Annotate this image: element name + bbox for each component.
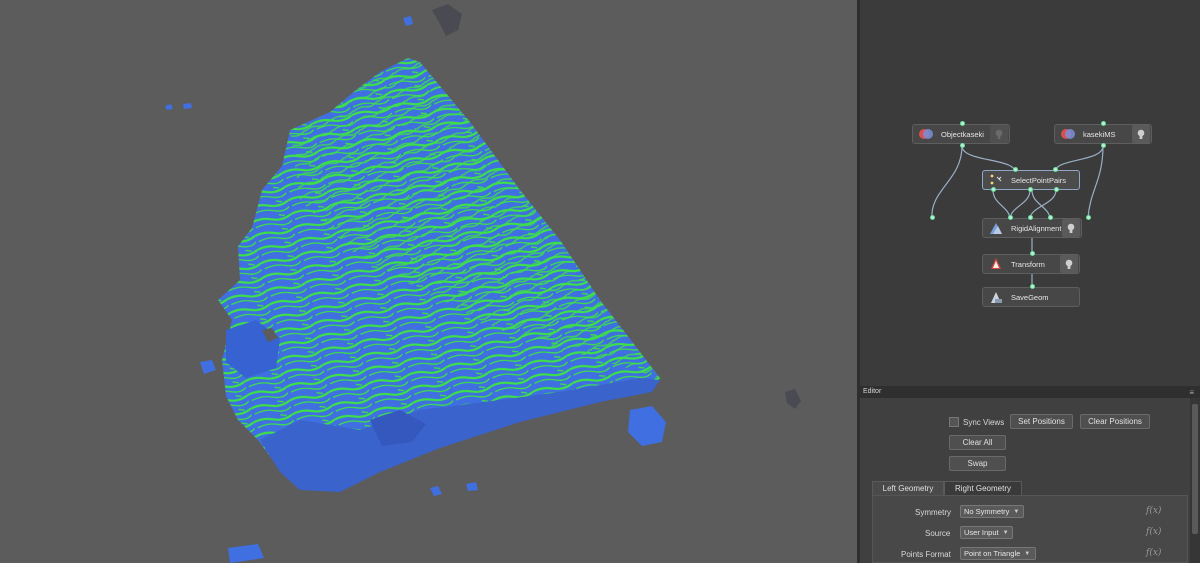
geometry-node-icon (1061, 127, 1075, 141)
node-port[interactable] (1028, 215, 1033, 220)
chevron-down-icon: ▼ (1024, 550, 1031, 557)
editor-body: Sync Views Set Positions Clear Positions… (860, 398, 1190, 563)
sync-views-label: Sync Views (963, 418, 1005, 427)
point-pairs-icon (989, 173, 1003, 187)
node-label: Objectkaseki (941, 129, 984, 139)
node-transform[interactable]: Transform (982, 254, 1080, 274)
mesh-fragment (430, 486, 442, 496)
node-label: Transform (1011, 259, 1045, 269)
lightbulb-icon[interactable] (1132, 125, 1150, 143)
points-format-label: Points Format (901, 550, 951, 559)
mesh-fragment (466, 482, 478, 491)
node-port[interactable] (960, 121, 965, 126)
source-label: Source (925, 529, 951, 538)
mesh-fragment (165, 104, 173, 110)
node-savegeom[interactable]: SaveGeom (982, 287, 1080, 307)
node-port[interactable] (1086, 215, 1091, 220)
mesh-render (165, 4, 801, 563)
tab-right-geometry[interactable]: Right Geometry (944, 481, 1022, 495)
node-port[interactable] (930, 215, 935, 220)
node-rigidalignment[interactable]: RigidAlignment (982, 218, 1082, 238)
transform-node-icon (989, 257, 1003, 271)
node-kasekims[interactable]: kasekiMS (1054, 124, 1152, 144)
node-port[interactable] (1028, 187, 1033, 192)
fx-icon[interactable]: f(x) (1146, 527, 1161, 537)
node-wires (931, 145, 1104, 287)
node-port[interactable] (1048, 215, 1053, 220)
tab-left-geometry[interactable]: Left Geometry (872, 481, 944, 495)
node-port[interactable] (1054, 187, 1059, 192)
points-format-dropdown[interactable]: Point on Triangle ▼ (960, 547, 1036, 560)
node-port[interactable] (1053, 167, 1058, 172)
node-port[interactable] (960, 143, 965, 148)
node-port[interactable] (1030, 284, 1035, 289)
sync-views-checkbox[interactable] (949, 417, 959, 427)
lightbulb-icon[interactable] (1060, 255, 1078, 273)
mesh-fragment (403, 16, 413, 26)
node-label: kasekiMS (1083, 129, 1116, 139)
mesh-fragment (785, 389, 801, 409)
node-label: SaveGeom (1011, 292, 1049, 302)
node-port[interactable] (991, 187, 996, 192)
tab-content: Symmetry No Symmetry ▼ f(x) Source User I… (872, 495, 1188, 563)
editor-panel: Editor ≡ Sync Views Set Positions Clear … (860, 386, 1200, 563)
alignment-node-icon (989, 221, 1003, 235)
node-port[interactable] (1008, 215, 1013, 220)
mesh-fragment (628, 406, 666, 446)
fx-icon[interactable]: f(x) (1146, 548, 1161, 558)
editor-scrollbar[interactable] (1190, 398, 1200, 563)
3d-viewport[interactable] (0, 0, 857, 563)
set-positions-button[interactable]: Set Positions (1010, 414, 1073, 429)
source-value: User Input (964, 528, 999, 537)
clear-all-button[interactable]: Clear All (949, 435, 1006, 450)
chevron-down-icon: ▼ (1013, 508, 1020, 515)
node-port[interactable] (1101, 121, 1106, 126)
geometry-node-icon (919, 127, 933, 141)
symmetry-dropdown[interactable]: No Symmetry ▼ (960, 505, 1024, 518)
fx-icon[interactable]: f(x) (1146, 506, 1161, 516)
node-graph-panel[interactable]: Objectkaseki kasekiMS SelectPointPairs R… (860, 0, 1200, 386)
node-label: SelectPointPairs (1011, 175, 1067, 185)
node-port[interactable] (1101, 143, 1106, 148)
mesh-fragment (183, 103, 192, 109)
swap-button[interactable]: Swap (949, 456, 1006, 471)
symmetry-label: Symmetry (915, 508, 951, 517)
chevron-down-icon: ▼ (1002, 529, 1009, 536)
node-label: RigidAlignment (1011, 223, 1062, 233)
mesh-fragment (200, 360, 216, 374)
mesh-fragment (228, 544, 264, 563)
editor-title: Editor (863, 388, 882, 395)
scrollbar-thumb[interactable] (1192, 404, 1198, 534)
points-format-value: Point on Triangle (964, 549, 1021, 558)
editor-header: Editor ≡ (860, 386, 1200, 398)
clear-positions-button[interactable]: Clear Positions (1080, 414, 1150, 429)
mesh-fragment (432, 4, 462, 36)
save-geometry-icon (989, 290, 1003, 304)
lightbulb-icon[interactable] (1062, 219, 1080, 237)
node-objectkaseki[interactable]: Objectkaseki (912, 124, 1010, 144)
symmetry-value: No Symmetry (964, 507, 1010, 516)
lightbulb-icon[interactable] (990, 125, 1008, 143)
node-port[interactable] (1030, 251, 1035, 256)
app-window: Objectkaseki kasekiMS SelectPointPairs R… (0, 0, 1200, 563)
source-dropdown[interactable]: User Input ▼ (960, 526, 1013, 539)
node-port[interactable] (1013, 167, 1018, 172)
